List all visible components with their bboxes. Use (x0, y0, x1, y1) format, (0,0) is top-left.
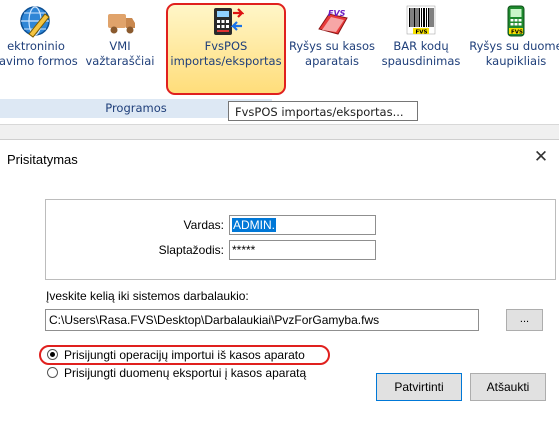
radio-export-label: Prisijungti duomenų eksportui į kasos ap… (64, 366, 307, 380)
ribbon-toolbar: ektroninio ravimo formos VMI važtaraščia… (0, 0, 559, 124)
password-label: Slaptažodis: (158, 243, 224, 257)
radio-export-button[interactable] (47, 367, 58, 378)
ribbon-item-label-line2: važtaraščiai (85, 54, 155, 68)
ribbon-item-vmi-waybills[interactable]: VMI važtaraščiai (82, 4, 158, 68)
dialog-title: Prisitatymas (7, 152, 78, 167)
login-dialog: Prisitatymas ✕ Vardas: ADMIN. Slaptažodi… (0, 139, 559, 444)
path-label: Įveskite kelią iki sistemos darbalaukio: (46, 289, 249, 303)
ribbon-item-label-line1: ektroninio (7, 39, 65, 53)
ribbon-item-label-line2: ravimo formos (0, 54, 78, 68)
barcode-icon: FVS (403, 4, 439, 38)
ribbon-item-label-line1: VMI (109, 39, 131, 53)
confirm-button[interactable]: Patvirtinti (376, 373, 462, 401)
ribbon-item-label-line2: importas/eksportas (170, 54, 282, 68)
close-icon[interactable]: ✕ (529, 145, 553, 169)
ribbon-item-label-line1: Ryšys su kasos (288, 39, 376, 53)
radio-export-option[interactable]: Prisijungti duomenų eksportui į kasos ap… (47, 366, 306, 380)
path-field[interactable]: C:\Users\Rasa.FVS\Desktop\Darbalaukiai\P… (45, 309, 479, 331)
ribbon-item-electronic-forms[interactable]: ektroninio ravimo formos (0, 4, 84, 68)
cancel-button[interactable]: Atšaukti (470, 373, 546, 401)
ribbon-item-label-line1: FvsPOS (204, 39, 248, 53)
username-field[interactable]: ADMIN. (229, 215, 376, 235)
password-field[interactable]: ***** (229, 240, 376, 260)
ribbon-item-barcode-printing[interactable]: FVS BAR kodų spausdinimas (378, 4, 464, 68)
ribbon-item-label-line1: Ryšys su duome (469, 39, 559, 53)
fvs-logo-text: FVS (416, 30, 428, 36)
data-collector-icon: FVS (498, 4, 534, 38)
fvs-logo-text: FVS (328, 9, 346, 18)
ribbon-item-label-line2: kaupikliais (485, 54, 547, 68)
globe-pencil-icon (18, 4, 54, 38)
fvs-logo-text: FVS (511, 29, 523, 35)
cash-register-icon: FVS (314, 4, 350, 38)
ribbon-item-data-collectors[interactable]: FVS Ryšys su duome kaupikliais (464, 4, 559, 68)
username-value: ADMIN. (232, 218, 276, 232)
ribbon-item-fvspos[interactable]: FvsPOS importas/eksportas (166, 4, 286, 68)
ribbon-item-label-line2: spausdinimas (381, 54, 461, 68)
truck-icon (102, 4, 138, 38)
ribbon-item-label-line2: aparatais (305, 54, 359, 68)
ribbon-item-cash-registers[interactable]: FVS Ryšys su kasos aparatais (286, 4, 378, 68)
radio-import-option[interactable]: Prisijungti operacijų importui iš kasos … (47, 348, 305, 362)
radio-import-label: Prisijungti operacijų importui iš kasos … (64, 348, 305, 362)
username-label: Vardas: (183, 218, 224, 232)
browse-button[interactable]: ... (506, 309, 543, 331)
pos-terminal-icon (208, 4, 245, 38)
radio-import-button[interactable] (47, 349, 58, 360)
tooltip: FvsPOS importas/eksportas... (228, 101, 418, 121)
ribbon-item-label-line1: BAR kodų (393, 39, 449, 53)
toolbar-separator-strip (0, 124, 559, 139)
